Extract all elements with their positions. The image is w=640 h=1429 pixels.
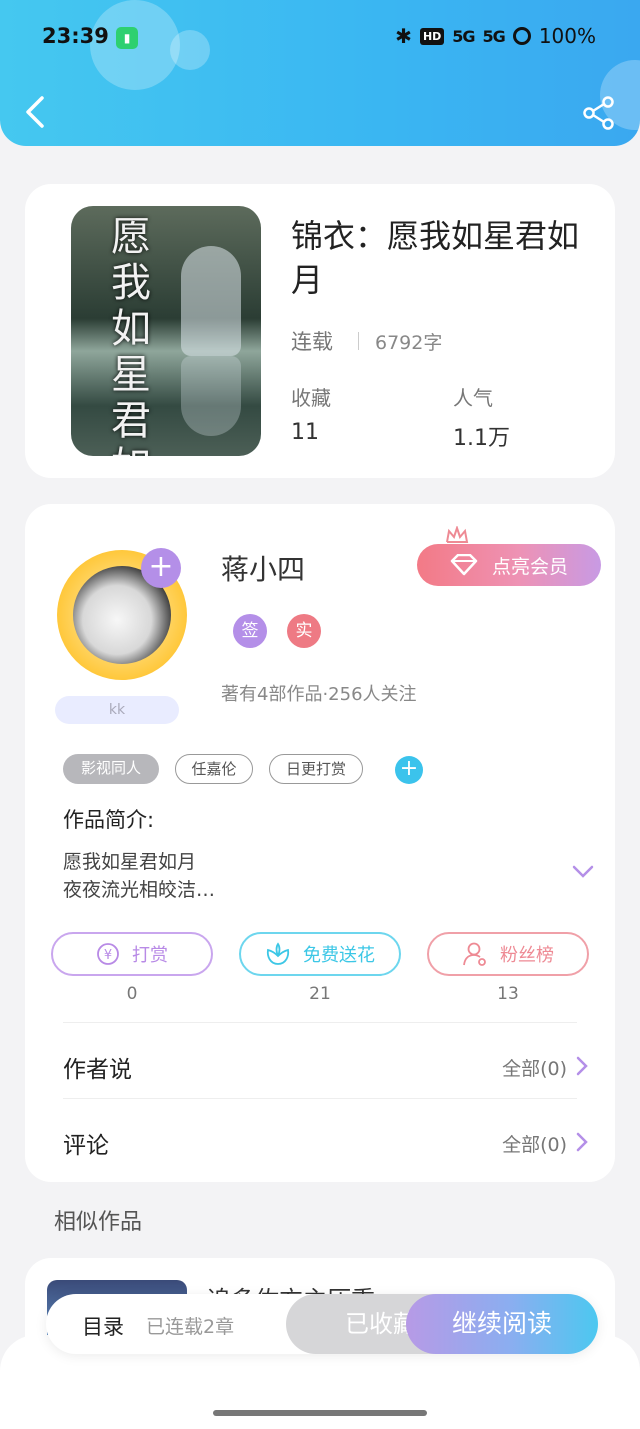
back-icon[interactable] bbox=[22, 92, 48, 132]
intro-title: 作品简介: bbox=[63, 808, 155, 832]
author-says-all[interactable]: 全部(0) bbox=[502, 1054, 567, 1081]
stat-popularity-label: 人气 bbox=[453, 386, 493, 410]
similar-works-title: 相似作品 bbox=[54, 1210, 143, 1235]
intro-text: 愿我如星君如月 夜夜流光相皎洁… bbox=[63, 848, 215, 904]
divider bbox=[63, 1022, 577, 1023]
crown-icon bbox=[446, 526, 469, 543]
intro-line: 愿我如星君如月 bbox=[63, 851, 197, 873]
fan-count: 13 bbox=[497, 984, 519, 1004]
tip-label: 打赏 bbox=[132, 945, 168, 966]
divider bbox=[63, 1098, 577, 1099]
stat-popularity-value: 1.1万 bbox=[453, 426, 510, 451]
fan-rank-button[interactable]: 粉丝榜 bbox=[427, 932, 589, 976]
stat-favorites-label: 收藏 bbox=[291, 386, 331, 410]
book-info-card: 愿我如星君如月 锦衣：愿我如星君如月 连载 6792字 收藏 11 人气 1.1… bbox=[25, 184, 615, 478]
tip-button[interactable]: ¥ 打赏 bbox=[51, 932, 213, 976]
signed-badge: 签 bbox=[233, 614, 267, 648]
share-icon[interactable] bbox=[582, 96, 616, 130]
author-says-label[interactable]: 作者说 bbox=[63, 1050, 132, 1084]
comments-all[interactable]: 全部(0) bbox=[502, 1130, 567, 1157]
signal-icon: 5G bbox=[452, 26, 475, 46]
fan-rank-label: 粉丝榜 bbox=[500, 945, 554, 966]
vip-label: 点亮会员 bbox=[491, 555, 568, 578]
divider bbox=[358, 332, 359, 350]
hd-icon: HD bbox=[419, 27, 445, 45]
cover-figure bbox=[181, 246, 241, 356]
signal-icon: 5G bbox=[482, 26, 506, 46]
top-header: 23:39 ▮ ✱ HD 5G 5G 100% bbox=[0, 0, 640, 146]
status-time: 23:39 bbox=[42, 24, 109, 48]
tag-item[interactable]: 影视同人 bbox=[63, 754, 159, 784]
svg-text:¥: ¥ bbox=[104, 948, 112, 963]
intro-line: 夜夜流光相皎洁… bbox=[63, 879, 216, 901]
bottom-action-bar: 目录 已连载2章 已收藏 继续阅读 bbox=[46, 1294, 598, 1354]
cover-title-art: 愿我如星君如月 bbox=[111, 214, 151, 456]
book-status: 连载 bbox=[291, 330, 333, 354]
book-title: 锦衣：愿我如星君如月 bbox=[291, 217, 580, 299]
follow-plus-button[interactable]: + bbox=[141, 548, 181, 588]
home-indicator bbox=[213, 1410, 427, 1416]
vip-button[interactable]: 点亮会员 bbox=[417, 544, 601, 586]
toc-button[interactable]: 目录 bbox=[82, 1311, 124, 1341]
decor-bubble bbox=[170, 30, 210, 70]
add-tag-button[interactable]: + bbox=[395, 756, 423, 784]
tag-item[interactable]: 任嘉伦 bbox=[175, 754, 253, 784]
continue-reading-button[interactable]: 继续阅读 bbox=[406, 1294, 598, 1354]
battery-percent: 100% bbox=[538, 24, 596, 48]
flower-icon bbox=[266, 942, 290, 965]
chevron-down-icon[interactable] bbox=[571, 864, 595, 880]
book-cover[interactable]: 愿我如星君如月 bbox=[71, 206, 261, 456]
verified-badge: 实 bbox=[287, 614, 321, 648]
author-meta: 著有4部作品·256人关注 bbox=[221, 684, 417, 705]
tip-count: 0 bbox=[126, 984, 138, 1004]
author-card: + kk 蒋小四 点亮会员 签 实 著有4部作品·256人关注 影视同人 任嘉伦… bbox=[25, 504, 615, 1182]
fan-tag-badge: kk bbox=[55, 696, 179, 724]
chevron-right-icon[interactable] bbox=[575, 1055, 589, 1077]
author-name[interactable]: 蒋小四 bbox=[221, 548, 305, 588]
battery-icon bbox=[512, 27, 531, 45]
chevron-right-icon[interactable] bbox=[575, 1131, 589, 1153]
yen-icon: ¥ bbox=[97, 943, 119, 965]
tag-item[interactable]: 日更打赏 bbox=[269, 754, 363, 784]
cover-reflection bbox=[181, 356, 241, 436]
flower-count: 21 bbox=[309, 984, 331, 1004]
battery-saver-icon: ▮ bbox=[116, 27, 138, 49]
comments-label[interactable]: 评论 bbox=[63, 1126, 109, 1160]
chapter-count: 已连载2章 bbox=[146, 1316, 235, 1338]
diamond-icon bbox=[450, 554, 478, 576]
stat-favorites-value: 11 bbox=[291, 420, 319, 445]
bluetooth-icon: ✱ bbox=[395, 24, 412, 48]
send-flower-button[interactable]: 免费送花 bbox=[239, 932, 401, 976]
status-indicators: ✱ HD 5G 5G 100% bbox=[395, 24, 596, 48]
send-flower-label: 免费送花 bbox=[303, 945, 375, 966]
user-icon bbox=[463, 942, 486, 966]
word-count: 6792字 bbox=[375, 332, 443, 354]
